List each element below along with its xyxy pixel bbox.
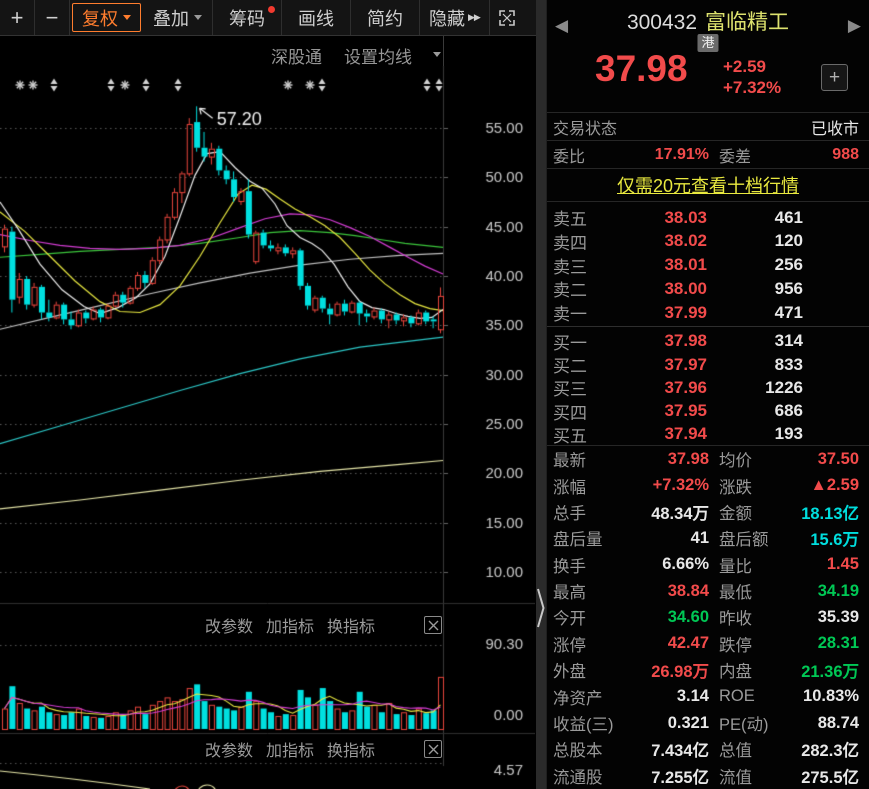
hk-connect-badge: 港	[697, 34, 719, 52]
add-to-watchlist-button[interactable]: +	[821, 64, 848, 91]
stats-row: 流通股 7.255亿 流值 275.5亿	[553, 768, 859, 787]
sell-order-book: 卖五 38.03 461 卖四 38.02 120 卖三 38.01 256 卖二 38.00…	[547, 202, 869, 325]
weicha-label: 委差	[719, 148, 752, 166]
stock-app-window: + − 复权 叠加 筹码 画线 简约 隐藏 ▶▶ 深股通 设置均线 改参数 加指标	[0, 0, 869, 789]
stats-row: 涨幅 +7.32% 涨跌 ▲2.59	[553, 476, 859, 497]
status-label: 交易状态	[553, 120, 618, 138]
set-ma-dropdown[interactable]: 设置均线	[344, 43, 412, 68]
panel-divider	[536, 0, 546, 789]
close-pane-button[interactable]	[424, 740, 442, 758]
stats-row: 涨停 42.47 跌停 28.31	[553, 634, 859, 655]
change-params-button[interactable]: 改参数	[205, 613, 253, 637]
switch-indicator-button[interactable]: 换指标	[327, 737, 375, 761]
buy-5-row[interactable]: 买五 37.94 193	[547, 422, 869, 446]
last-price: 37.98	[595, 48, 688, 89]
change-percent: +7.32%	[723, 78, 782, 97]
adjust-price-button[interactable]: 复权	[72, 3, 141, 32]
stock-code: 300432	[626, 11, 698, 34]
sell-2-row[interactable]: 卖二 38.00 956	[547, 276, 869, 301]
sell-3-row[interactable]: 卖三 38.01 256	[547, 253, 869, 277]
quote-header: ◀ ▶ 300432 富临精工 港 37.98 +2.59 +7.32% +	[547, 0, 869, 112]
stats-row: 外盘 26.98万 内盘 21.36万	[553, 663, 859, 682]
sell-4-row[interactable]: 卖四 38.02 120	[547, 229, 869, 253]
chart-toolbar: + − 复权 叠加 筹码 画线 简约 隐藏 ▶▶	[0, 0, 536, 36]
stock-title: 300432 富临精工	[547, 6, 869, 36]
buy-1-row[interactable]: 买一 37.98 314	[547, 329, 869, 353]
close-icon	[428, 744, 438, 754]
stats-table: 最新 37.98 均价 37.50 涨幅 +7.32% 涨跌 ▲2.59 总手 48.34万金…	[547, 444, 869, 789]
stats-row: 盘后量 41 盘后额 15.6万	[553, 528, 859, 550]
axis-divider	[443, 36, 444, 66]
price-change: +2.59 +7.32%	[723, 56, 781, 98]
add-indicator-button[interactable]: 加指标	[266, 613, 314, 637]
kline-chart-canvas[interactable]	[0, 66, 535, 789]
overlay-button[interactable]: 叠加	[143, 0, 213, 35]
stats-row: 总手 48.34万 金额 18.13亿	[553, 504, 859, 523]
hide-panel-button[interactable]: 隐藏 ▶▶	[420, 0, 490, 35]
sub-pane-toolbar: 改参数 加指标 换指标	[205, 738, 442, 760]
buy-4-row[interactable]: 买四 37.95 686	[547, 399, 869, 423]
double-right-arrow-icon: ▶▶	[468, 12, 481, 22]
add-indicator-button[interactable]: 加指标	[266, 737, 314, 761]
fullscreen-button[interactable]	[490, 0, 524, 35]
draw-line-button[interactable]: 画线	[282, 0, 351, 35]
trading-status-row: 交易状态 已收市	[547, 112, 869, 140]
level2-promo-link[interactable]: 仅需20元查看十档行情	[617, 172, 799, 198]
switch-indicator-button[interactable]: 换指标	[327, 613, 375, 637]
zoom-in-button[interactable]: +	[0, 0, 35, 35]
stats-row: 换手 6.66% 量比 1.45	[553, 555, 859, 576]
quote-panel: ◀ ▶ 300432 富临精工 港 37.98 +2.59 +7.32% + 交易…	[546, 0, 869, 789]
change-amount: +2.59	[723, 57, 767, 76]
stats-row: 最高 38.84 最低 34.19	[553, 581, 859, 603]
volume-pane-toolbar: 改参数 加指标 换指标	[205, 614, 442, 636]
sell-5-row[interactable]: 卖五 38.03 461	[547, 205, 869, 230]
chevron-down-icon[interactable]	[433, 52, 441, 57]
close-pane-button[interactable]	[424, 616, 442, 634]
chip-distribution-button[interactable]: 筹码	[213, 0, 282, 35]
sell-1-row[interactable]: 卖一 37.99 471	[547, 300, 869, 325]
promo-row: 仅需20元查看十档行情	[547, 168, 869, 202]
simple-mode-button[interactable]: 简约	[351, 0, 420, 35]
weibi-label: 委比	[553, 148, 586, 166]
buy-order-book: 买一 37.98 314 买二 37.97 833 买三 37.96 1226 买四 37.9…	[547, 329, 869, 445]
stats-row: 今开 34.60 昨收 35.39	[553, 607, 859, 629]
stats-row: 总股本 7.434亿 总值 282.3亿	[553, 742, 859, 761]
change-params-button[interactable]: 改参数	[205, 737, 253, 761]
fullscreen-icon	[499, 9, 515, 26]
chevron-down-icon	[194, 15, 202, 20]
zoom-out-button[interactable]: −	[35, 0, 70, 35]
stats-row: 收益(三) 0.321 PE(动) 88.74	[553, 713, 859, 735]
shengutong-badge: 深股通	[271, 48, 322, 67]
stock-name: 富临精工	[705, 11, 790, 34]
stats-row: 最新 37.98 均价 37.50	[553, 449, 859, 471]
chevron-down-icon	[123, 15, 131, 20]
order-book-divider	[547, 325, 869, 327]
notification-dot-icon	[268, 6, 275, 13]
status-value: 已收市	[810, 120, 859, 138]
weibi-value: 17.91%	[654, 145, 709, 163]
chevron-right-icon	[537, 588, 545, 628]
stats-row: 净资产 3.14 ROE 10.83%	[553, 687, 859, 708]
weicha-value: 988	[832, 145, 859, 163]
buy-2-row[interactable]: 买二 37.97 833	[547, 352, 869, 377]
buy-3-row[interactable]: 买三 37.96 1226	[547, 375, 869, 400]
collapse-panel-handle[interactable]	[536, 585, 546, 631]
weibi-row: 委比 17.91% 委差 988	[547, 140, 869, 168]
close-icon	[428, 620, 438, 630]
